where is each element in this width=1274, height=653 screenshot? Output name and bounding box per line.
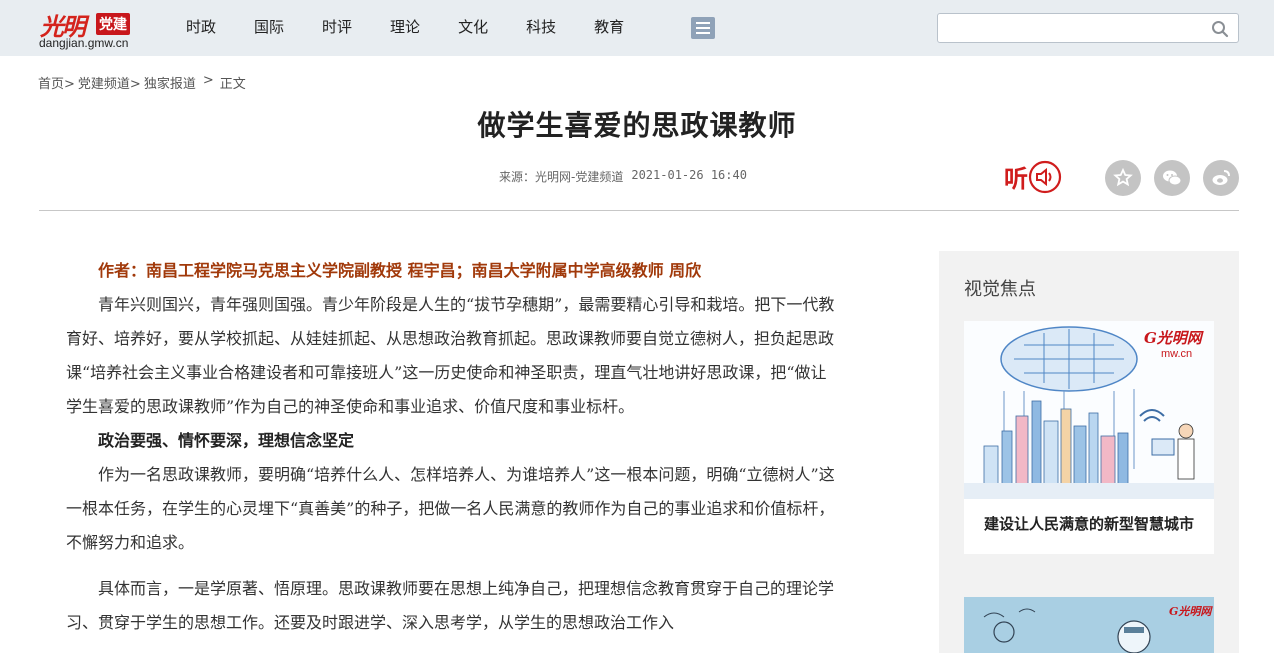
svg-text:mw.cn: mw.cn [1161,348,1192,360]
breadcrumb-channel[interactable]: 党建频道> [78,73,141,92]
listen-button[interactable]: 听 [1004,159,1062,195]
visual-focus-sidebar: 视觉焦点 G光明网 mw.cn 建设让人民满意的新型智慧城市 G光明网 [939,251,1239,653]
header-divider [39,210,1239,211]
nav-item-jiaoyu[interactable]: 教育 [594,17,624,37]
speaker-icon [1028,160,1062,194]
paragraph: 青年兴则国兴，青年强则国强。青少年阶段是人生的“拔节孕穗期”，最需要精心引导和栽… [66,295,835,416]
second-focus-image[interactable]: G光明网 [964,597,1214,653]
breadcrumb-current: 正文 [219,77,246,92]
logo-tag: 党建 [96,13,130,35]
svg-text:G光明网: G光明网 [1169,605,1213,618]
article-source[interactable]: 来源：光明网-党建频道 [499,168,623,185]
nav-item-lilun[interactable]: 理论 [390,17,420,37]
top-bar: 光明 党建 dangjian.gmw.cn 时政 国际 时评 理论 文化 科技 … [0,0,1274,56]
sidebar-title: 视觉焦点 [964,279,1036,300]
article-meta: 来源：光明网-党建频道 2021-01-26 16:40 [499,168,747,185]
nav-item-shiping[interactable]: 时评 [322,17,352,37]
favorite-button[interactable] [1105,160,1141,196]
breadcrumb-exclusive[interactable]: 独家报道 [144,73,196,92]
list-menu-icon[interactable] [691,17,715,39]
favorite-icon [1113,167,1133,187]
article-author: 作者：南昌工程学院马克思主义学院副教授 程宇昌；南昌大学附属中学高级教师 周欣 [98,261,702,280]
listen-label: 听 [1004,165,1028,193]
search-box [937,13,1239,43]
wechat-share-button[interactable] [1154,160,1190,196]
search-input[interactable] [944,18,1204,38]
search-icon[interactable] [1211,20,1229,38]
paragraph: 作为一名思政课教师，要明确“培养什么人、怎样培养人、为谁培养人”这一根本问题，明… [66,465,835,552]
paragraph: 具体而言，一是学原著、悟原理。思政课教师要在思想上纯净自己，把理想信念教育贯穿于… [66,579,835,632]
article-body: 作者：南昌工程学院马克思主义学院副教授 程宇昌；南昌大学附属中学高级教师 周欣 … [66,254,841,640]
article-time: 2021-01-26 16:40 [631,168,747,182]
svg-text:G光明网: G光明网 [1144,329,1205,347]
card-caption[interactable]: 建设让人民满意的新型智慧城市 [964,499,1214,554]
weibo-share-button[interactable] [1203,160,1239,196]
smart-city-image[interactable]: G光明网 mw.cn [964,321,1214,499]
logo-domain: dangjian.gmw.cn [39,36,129,50]
breadcrumb-home[interactable]: 首页> [38,73,75,92]
smart-city-illustration: G光明网 mw.cn [964,321,1214,499]
weibo-icon [1212,170,1230,185]
nav-item-guoji[interactable]: 国际 [254,17,284,37]
article-subheading: 政治要强、情怀要深，理想信念坚定 [98,431,355,450]
breadcrumb: 首页> 党建频道> 独家报道 > 正文 [38,73,249,92]
nav-item-keji[interactable]: 科技 [526,17,556,37]
article-title: 做学生喜爱的思政课教师 [477,109,797,142]
second-focus-illustration: G光明网 [964,597,1214,653]
site-logo[interactable]: 光明 党建 dangjian.gmw.cn [38,5,148,51]
nav-item-shizheng[interactable]: 时政 [186,17,216,37]
main-nav: 时政 国际 时评 理论 文化 科技 教育 [186,17,662,37]
breadcrumb-separator: > [202,73,214,88]
wechat-icon [1163,170,1182,186]
nav-item-wenhua[interactable]: 文化 [458,17,488,37]
